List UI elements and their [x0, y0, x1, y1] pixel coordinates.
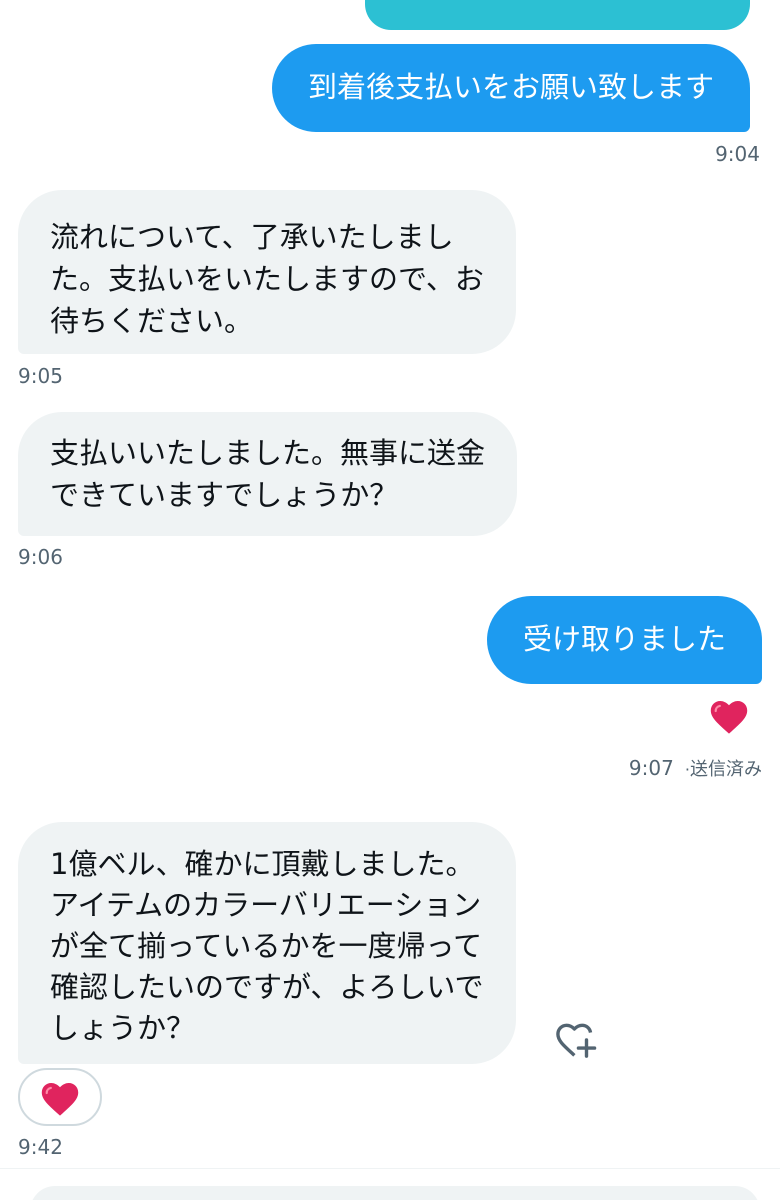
reaction-badge[interactable] — [18, 1068, 102, 1126]
heart-icon — [41, 1083, 79, 1116]
sent-message-bubble[interactable]: 受け取りました — [486, 596, 762, 684]
message-timestamp: 9:04 — [715, 142, 760, 166]
message-text-line: 流れについて、了承いたしまし — [50, 220, 454, 254]
message-text-line: 受け取りました — [522, 622, 726, 656]
dm-conversation: 到着後支払いをお願い致します 9:04 流れについて、了承いたしまし た。支払い… — [0, 0, 780, 1200]
message-text-line: 待ちください。 — [50, 304, 254, 338]
message-text-line: 支払いいたしました。無事に送金 — [50, 436, 486, 470]
received-message-bubble[interactable]: 1億ベル、確かに頂戴しました。 アイテムのカラーバリエーション が全て揃っている… — [18, 822, 516, 1064]
message-timestamp: 9:42 — [18, 1135, 63, 1159]
message-timestamp: 9:07 ·送信済み — [628, 756, 762, 780]
message-text-line: た。支払いをいたしますので、お — [50, 262, 484, 296]
message-composer-input[interactable] — [30, 1186, 760, 1200]
message-text-line: アイテムのカラーバリエーション — [50, 888, 482, 922]
sent-message-bubble[interactable]: 到着後支払いをお願い致します — [271, 44, 750, 132]
heart-icon — [710, 701, 748, 734]
message-text-line: しょうか？ — [50, 1011, 196, 1045]
message-status: 送信済み — [690, 759, 762, 780]
message-text-line: 確認したいのですが、よろしいで — [50, 970, 484, 1004]
message-text-line: できていますでしょうか？ — [50, 478, 399, 512]
received-message-bubble[interactable]: 流れについて、了承いたしまし た。支払いをいたしますので、お 待ちください。 — [18, 190, 516, 354]
message-text-line: 1億ベル、確かに頂戴しました。 — [50, 847, 475, 881]
received-message-bubble[interactable]: 支払いいたしました。無事に送金 できていますでしょうか？ — [18, 412, 518, 536]
add-reaction-icon[interactable] — [555, 1020, 597, 1060]
message-text-line: 到着後支払いをお願い致します — [307, 70, 714, 104]
previous-sent-message-bubble[interactable] — [365, 0, 750, 30]
message-timestamp: 9:05 — [18, 364, 63, 388]
message-text-line: が全て揃っているかを一度帰って — [50, 929, 483, 963]
message-timestamp: 9:06 — [18, 545, 63, 569]
composer-divider — [0, 1168, 780, 1169]
